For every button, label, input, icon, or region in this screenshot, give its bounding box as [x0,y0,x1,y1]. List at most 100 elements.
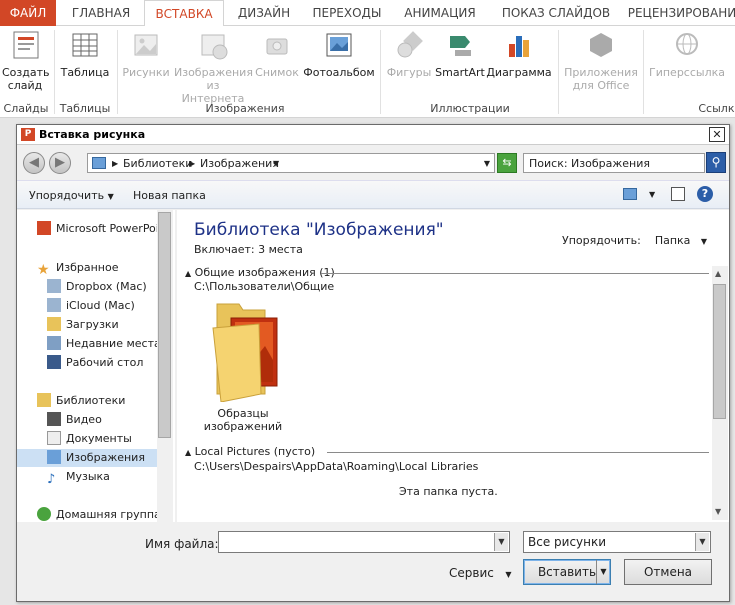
nav-dropbox[interactable]: Dropbox (Mac) [47,278,147,296]
photo-album-label: Фотоальбом [303,66,375,79]
group1-divider [321,273,709,274]
new-folder-button[interactable]: Новая папка [133,189,206,202]
sort-value: Папка [654,234,691,247]
nav-images[interactable]: Изображения [17,449,157,467]
content-pane: Библиотека "Изображения" Включает: 3 мес… [177,210,729,522]
tab-design[interactable]: ДИЗАЙН [228,0,300,26]
nav-libraries[interactable]: Библиотеки [37,392,125,410]
close-button[interactable]: ✕ [709,127,725,142]
nav-icloud[interactable]: iCloud (Mac) [47,297,135,315]
libraries-icon [37,393,51,407]
address-bar[interactable]: ▶ Библиотеки ▶ Изображения ▼ ▼ [87,153,495,173]
tab-review[interactable]: РЕЦЕНЗИРОВАНИ [624,0,735,26]
video-icon [47,412,61,426]
office-apps-label: Приложения для Office [564,66,638,92]
folder-sample-images[interactable] [203,298,287,406]
tools-menu[interactable]: Сервис ▼ [449,566,511,580]
preview-pane-icon[interactable] [671,187,685,201]
search-icon: ⚲ [711,155,721,169]
nav-homegroup[interactable]: Домашняя группа [37,506,161,522]
search-input[interactable]: Поиск: Изображения [523,153,705,173]
nav-favorites[interactable]: ★ Избранное [37,259,118,277]
star-icon: ★ [37,262,50,278]
content-scroll-thumb[interactable] [713,284,726,419]
folder-icon [47,298,61,312]
chevron-down-icon[interactable]: ▼ [695,533,709,551]
picture-folder-icon [212,303,278,403]
table-button[interactable]: Таблица [58,30,112,79]
globe-link-icon [676,33,698,55]
homegroup-icon [37,507,51,521]
chevron-down-icon[interactable]: ▼ [494,533,508,551]
scroll-down-icon[interactable]: ▼ [715,507,721,516]
scroll-up-icon[interactable]: ▲ [715,269,721,278]
insert-button[interactable]: Вставить ▼ [523,559,611,585]
group-links: Ссылки [698,102,735,115]
filetype-select[interactable]: Все рисунки ▼ [523,531,711,553]
tab-slideshow[interactable]: ПОКАЗ СЛАЙДОВ [494,0,618,26]
content-scrollbar[interactable]: ▲ ▼ [712,266,728,520]
create-slide-button[interactable]: Создать слайд [2,30,50,92]
chart-button[interactable]: Диаграмма [486,30,552,79]
view-icon[interactable] [623,188,637,200]
sort-control[interactable]: Упорядочить: Папка ▼ [562,234,707,247]
ribbon: Создать слайд Таблица Рисунки Изображени… [0,26,735,118]
table-label: Таблица [60,66,110,79]
organize-label: Упорядочить [29,189,105,202]
organize-button[interactable]: Упорядочить ▼ [29,189,114,202]
nav-music[interactable]: ♪ Музыка [47,468,110,487]
cancel-button[interactable]: Отмена [624,559,712,585]
folder-icon [47,317,61,331]
breadcrumb-libraries[interactable]: Библиотеки [123,157,192,170]
nav-documents[interactable]: Документы [47,430,132,448]
office-apps-button[interactable]: Приложения для Office [562,30,640,92]
group2-header[interactable]: ▲ Local Pictures (пусто) [185,445,315,458]
nav-powerpoint[interactable]: Microsoft PowerPoint [37,220,170,238]
tab-file[interactable]: ФАЙЛ [0,0,56,26]
screenshot-button[interactable]: Снимок [254,30,300,79]
refresh-button[interactable]: ⇆ [497,153,517,173]
tab-home[interactable]: ГЛАВНАЯ [62,0,140,26]
picture-icon [134,34,158,56]
music-icon: ♪ [47,472,56,487]
address-dropdown-icon[interactable]: ▼ [484,159,490,168]
nav-desktop[interactable]: Рабочий стол [47,354,143,372]
nav-recent[interactable]: Недавние места [47,335,161,353]
create-slide-label: Создать слайд [2,66,50,92]
view-dropdown-icon[interactable]: ▼ [649,190,655,199]
search-button[interactable]: ⚲ [706,152,726,173]
hyperlink-button[interactable]: Гиперссылка [648,30,726,79]
powerpoint-icon [37,221,51,235]
tab-transitions[interactable]: ПЕРЕХОДЫ [306,0,388,26]
empty-folder-message: Эта папка пуста. [399,485,498,498]
nav-video[interactable]: Видео [47,411,102,429]
library-title: Библиотека "Изображения" [194,220,444,240]
navigation-scrollbar[interactable] [157,210,173,522]
navigation-row: ◀ ▶ ▶ Библиотеки ▶ Изображения ▼ ▼ ⇆ Пои… [17,146,729,180]
group1-header[interactable]: ▲ Общие изображения (1) [185,266,335,279]
powerpoint-icon: P [21,128,35,141]
help-icon[interactable]: ? [697,186,713,202]
shapes-button[interactable]: Фигуры [384,30,434,79]
group-tables: Таблицы [59,102,111,115]
tab-animation[interactable]: АНИМАЦИЯ [393,0,487,26]
tab-insert[interactable]: ВСТАВКА [144,0,224,27]
screenshot-label: Снимок [255,66,299,79]
photo-album-button[interactable]: Фотоальбом [302,30,376,79]
navigation-scroll-thumb[interactable] [158,212,171,438]
smartart-button[interactable]: SmartArt [434,30,486,79]
online-pictures-button[interactable]: Изображения из Интернета [174,30,253,105]
desktop-icon [47,355,61,369]
forward-button[interactable]: ▶ [49,152,71,174]
insert-dropdown-icon[interactable]: ▼ [596,560,610,584]
breadcrumb-images[interactable]: Изображения [200,157,279,170]
dialog-toolbar: Упорядочить ▼ Новая папка ▼ ? [17,180,729,209]
folder-label: Образцы изображений [203,407,283,433]
pictures-button[interactable]: Рисунки [120,30,172,79]
filename-input[interactable]: ▼ [218,531,510,553]
breadcrumb-dropdown-icon[interactable]: ▼ [273,159,279,168]
library-includes[interactable]: Включает: 3 места [194,243,303,256]
nav-downloads[interactable]: Загрузки [47,316,119,334]
chevron-down-icon: ▼ [700,237,708,246]
back-button[interactable]: ◀ [23,152,45,174]
